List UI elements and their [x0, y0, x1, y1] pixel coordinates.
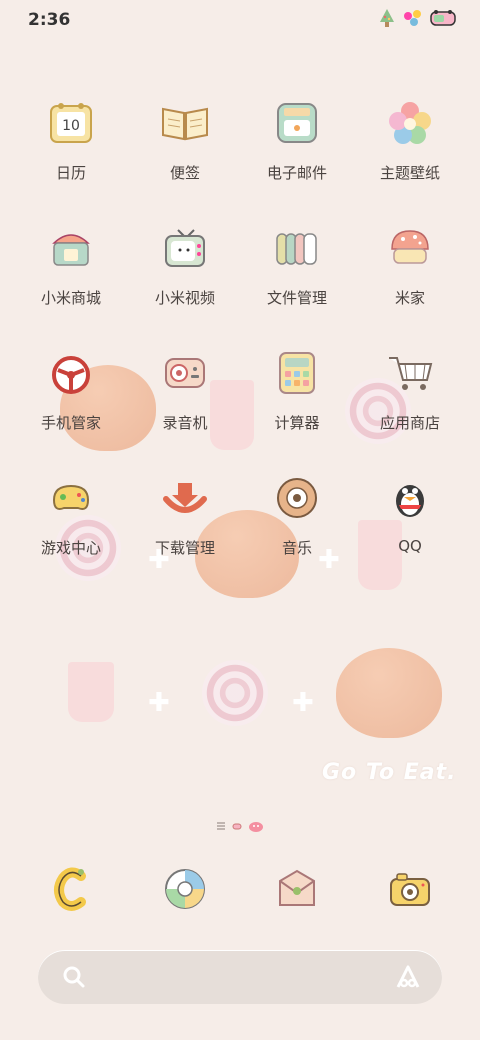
wallpaper-bun: [336, 648, 442, 738]
menu-icon: [217, 822, 225, 830]
wallpaper-caption: Go To Eat.: [322, 760, 457, 785]
battery-icon: [430, 10, 456, 26]
app-label: 手机管家: [40, 414, 101, 432]
dock-camera[interactable]: [355, 860, 465, 924]
app-label: 游戏中心: [40, 539, 101, 557]
phone-icon: [42, 860, 100, 918]
notes-icon: [156, 94, 214, 152]
app-themes[interactable]: 主题壁纸: [355, 94, 465, 204]
themes-icon: [381, 94, 439, 152]
email-icon: [268, 94, 326, 152]
game-center-icon: [42, 469, 100, 527]
app-calculator[interactable]: 计算器: [242, 344, 352, 454]
app-qq[interactable]: QQ: [355, 469, 465, 579]
app-calendar[interactable]: 10 日历: [16, 94, 126, 204]
app-mi-home[interactable]: 米家: [355, 219, 465, 329]
app-mi-store[interactable]: 小米商城: [16, 219, 126, 329]
app-label: 主题壁纸: [379, 164, 440, 182]
status-icons: [378, 8, 458, 28]
app-app-store[interactable]: 应用商店: [355, 344, 465, 454]
app-email[interactable]: 电子邮件: [242, 94, 352, 204]
file-manager-icon: [268, 219, 326, 277]
app-mi-video[interactable]: 小米视频: [130, 219, 240, 329]
downloads-icon: [156, 469, 214, 527]
app-label: 下载管理: [154, 539, 215, 557]
app-label: 文件管理: [266, 289, 327, 307]
mi-video-icon: [156, 219, 214, 277]
camera-icon: [381, 860, 439, 918]
security-icon: [42, 344, 100, 402]
page-dot-icon: [232, 823, 242, 830]
app-downloads[interactable]: 下载管理: [130, 469, 240, 579]
app-notes[interactable]: 便签: [130, 94, 240, 204]
app-label: 录音机: [162, 414, 208, 432]
app-recorder[interactable]: 录音机: [130, 344, 240, 454]
search-icon[interactable]: [60, 963, 88, 991]
app-label: 米家: [394, 289, 425, 307]
app-security[interactable]: 手机管家: [16, 344, 126, 454]
app-label: 日历: [55, 164, 86, 182]
page-indicator[interactable]: [0, 820, 480, 832]
dock: [0, 860, 480, 924]
calculator-icon: [268, 344, 326, 402]
mi-store-icon: [42, 219, 100, 277]
music-icon: [268, 469, 326, 527]
status-bar: 2:36: [0, 0, 480, 44]
wallpaper-sparkle: ✚: [292, 688, 314, 718]
wallpaper-sparkle: ✚: [148, 688, 170, 718]
browser-icon: [156, 860, 214, 918]
recorder-icon: [156, 344, 214, 402]
tree-icon: [380, 9, 394, 27]
status-time: 2:36: [28, 10, 71, 30]
flowers-icon: [404, 10, 421, 26]
app-label: 小米视频: [154, 289, 215, 307]
mi-home-icon: [381, 219, 439, 277]
app-label: QQ: [398, 537, 422, 555]
dock-browser[interactable]: [130, 860, 240, 924]
app-label: 计算器: [274, 414, 320, 432]
app-label: 应用商店: [379, 414, 440, 432]
wallpaper-cup: [68, 662, 114, 722]
calendar-day: 10: [62, 118, 80, 134]
wallpaper-roll: [202, 660, 268, 726]
app-music[interactable]: 音乐: [242, 469, 352, 579]
dock-messages[interactable]: [242, 860, 352, 924]
qq-icon: [381, 469, 439, 527]
app-file-manager[interactable]: 文件管理: [242, 219, 352, 329]
app-label: 电子邮件: [266, 164, 327, 182]
search-bar[interactable]: [38, 950, 442, 1004]
app-label: 便签: [169, 164, 200, 182]
assistant-icon[interactable]: [394, 963, 422, 991]
dock-phone[interactable]: [16, 860, 126, 924]
app-label: 音乐: [281, 539, 312, 557]
messages-icon: [268, 860, 326, 918]
app-game-center[interactable]: 游戏中心: [16, 469, 126, 579]
calendar-icon: 10: [42, 94, 100, 152]
app-label: 小米商城: [40, 289, 101, 307]
current-page-icon: [249, 822, 263, 832]
app-store-icon: [381, 344, 439, 402]
